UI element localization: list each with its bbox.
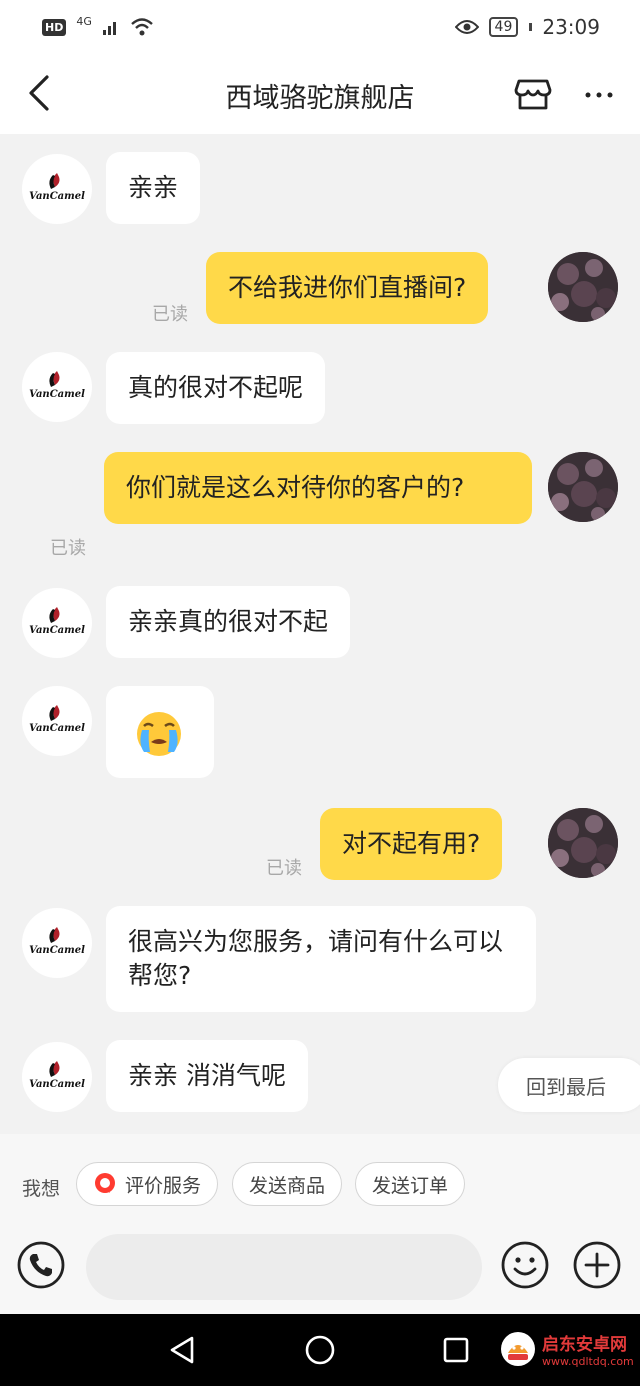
store-avatar[interactable]: VanCamel xyxy=(22,154,92,224)
message-list[interactable]: VanCamel 亲亲 不给我进你们直播间? 已读 VanCamel 真的很对不… xyxy=(0,134,640,1134)
signal-icon xyxy=(102,22,116,35)
watermark-url: www.qdltdq.com xyxy=(542,1355,634,1368)
loudly-crying-face-icon xyxy=(137,712,181,756)
send-product-chip[interactable]: 发送商品 xyxy=(232,1162,342,1206)
nav-home-button[interactable] xyxy=(300,1330,340,1370)
battery-level: 49 xyxy=(494,19,513,35)
status-bar: HD 4G 49 23:09 xyxy=(0,0,640,54)
network-type: 4G xyxy=(76,14,92,28)
phone-icon xyxy=(17,1241,65,1289)
message-bubble[interactable]: 亲亲 消消气呢 xyxy=(106,1040,308,1112)
chat-header: 西域骆驼旗舰店 xyxy=(0,54,640,134)
watermark-title: 启东安卓网 xyxy=(542,1335,627,1355)
wifi-icon xyxy=(131,18,153,36)
emoji-button[interactable] xyxy=(500,1240,550,1290)
nav-back-button[interactable] xyxy=(162,1330,202,1370)
emoji-message[interactable] xyxy=(106,686,214,778)
message-bubble[interactable]: 很高兴为您服务，请问有什么可以帮您? xyxy=(106,906,536,1012)
send-order-chip[interactable]: 发送订单 xyxy=(355,1162,465,1206)
message-bubble[interactable]: 亲亲 xyxy=(106,152,201,224)
svg-text:VanCamel: VanCamel xyxy=(29,945,85,956)
circle-home-icon xyxy=(305,1335,335,1365)
android-logo-icon xyxy=(501,1332,535,1366)
message-bubble[interactable]: 真的很对不起呢 xyxy=(106,352,326,424)
store-icon xyxy=(514,79,552,110)
battery-indicator: 49 xyxy=(488,17,519,37)
leaf-photo-icon xyxy=(548,252,618,322)
nav-recents-button[interactable] xyxy=(436,1330,476,1370)
jump-to-latest-button[interactable]: 回到最后 xyxy=(498,1058,640,1112)
read-receipt: 已读 xyxy=(152,304,188,325)
store-button[interactable] xyxy=(508,70,558,120)
message-bubble[interactable]: 你们就是这么对待你的客户的? xyxy=(104,452,532,524)
user-avatar[interactable] xyxy=(548,252,618,322)
svg-text:VanCamel: VanCamel xyxy=(29,191,85,202)
vancamel-logo-icon: VanCamel xyxy=(29,705,85,734)
smiley-icon xyxy=(501,1241,549,1289)
user-avatar[interactable] xyxy=(548,808,618,878)
call-button[interactable] xyxy=(16,1240,66,1290)
hd-badge: HD xyxy=(42,18,67,36)
message-bubble[interactable]: 亲亲真的很对不起 xyxy=(106,586,351,658)
add-button[interactable] xyxy=(572,1240,622,1290)
vancamel-logo-icon: VanCamel xyxy=(29,173,85,202)
svg-text:VanCamel: VanCamel xyxy=(29,625,85,636)
store-avatar[interactable]: VanCamel xyxy=(22,686,92,756)
read-receipt: 已读 xyxy=(50,538,86,559)
more-button[interactable] xyxy=(574,70,624,120)
message-bubble[interactable]: 不给我进你们直播间? xyxy=(206,252,489,324)
vancamel-logo-icon: VanCamel xyxy=(29,1061,85,1090)
eye-icon xyxy=(454,20,479,34)
svg-text:VanCamel: VanCamel xyxy=(29,389,85,400)
store-avatar[interactable]: VanCamel xyxy=(22,352,92,422)
leaf-photo-icon xyxy=(548,452,618,522)
battery-tip xyxy=(529,23,533,31)
store-avatar[interactable]: VanCamel xyxy=(22,1042,92,1112)
quick-actions-bar: 我想 评价服务 发送商品 发送订单 xyxy=(0,1134,640,1234)
triangle-back-icon xyxy=(170,1336,194,1364)
clock: 23:09 xyxy=(542,15,600,39)
message-bubble[interactable]: 对不起有用? xyxy=(320,808,503,880)
vancamel-logo-icon: VanCamel xyxy=(29,927,85,956)
svg-text:VanCamel: VanCamel xyxy=(29,723,85,734)
plus-icon xyxy=(573,1241,621,1289)
square-recents-icon xyxy=(443,1337,469,1363)
store-avatar[interactable]: VanCamel xyxy=(22,908,92,978)
svg-text:VanCamel: VanCamel xyxy=(29,1079,85,1090)
message-input[interactable] xyxy=(86,1234,482,1300)
more-icon xyxy=(585,92,613,98)
rate-service-chip[interactable]: 评价服务 xyxy=(76,1162,218,1206)
vancamel-logo-icon: VanCamel xyxy=(29,371,85,400)
store-avatar[interactable]: VanCamel xyxy=(22,588,92,658)
leaf-photo-icon xyxy=(548,808,618,878)
user-avatar[interactable] xyxy=(548,452,618,522)
read-receipt: 已读 xyxy=(266,858,302,879)
chip-label: 评价服务 xyxy=(124,1174,201,1197)
site-watermark: 启东安卓网 www.qdltdq.com xyxy=(500,1330,634,1368)
rate-service-icon xyxy=(94,1173,115,1193)
quick-actions-label: 我想 xyxy=(22,1178,61,1200)
input-bar xyxy=(0,1234,640,1314)
vancamel-logo-icon: VanCamel xyxy=(29,607,85,636)
